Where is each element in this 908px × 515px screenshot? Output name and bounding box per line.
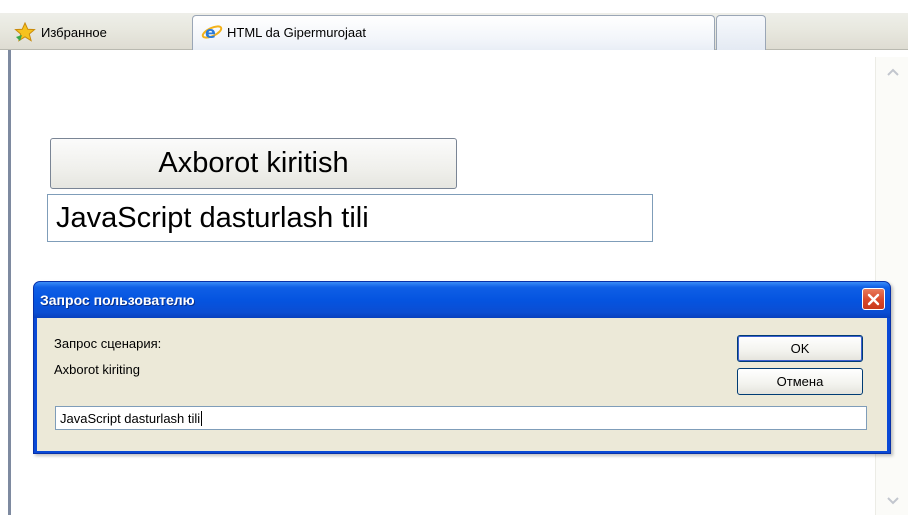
prompt-dialog: Запрос пользователю Запрос сценария: Axb…	[33, 281, 891, 454]
prompt-input-value: JavaScript dasturlash tili	[60, 410, 201, 426]
close-button[interactable]	[862, 288, 885, 310]
prompt-input[interactable]: JavaScript dasturlash tili	[55, 406, 867, 430]
dialog-titlebar[interactable]: Запрос пользователю	[34, 282, 890, 318]
text-caret	[201, 410, 203, 426]
tab-bar: Избранное e HTML da Gipermurojaat	[0, 0, 908, 50]
enter-info-button[interactable]: Axborot kiritish	[50, 138, 457, 189]
star-icon	[14, 22, 36, 42]
scroll-up-icon[interactable]	[882, 63, 904, 81]
tab-title: HTML da Gipermurojaat	[227, 24, 366, 40]
ok-button[interactable]: OK	[737, 335, 863, 362]
browser-window: Избранное e HTML da Gipermurojaat Axboro…	[0, 0, 908, 515]
favorites-button[interactable]: Избранное	[14, 20, 107, 44]
dialog-title: Запрос пользователю	[40, 292, 195, 308]
new-tab-button[interactable]	[716, 15, 766, 50]
internet-explorer-icon: e	[201, 23, 223, 41]
script-prompt-label: Запрос сценария:	[54, 336, 162, 351]
favorites-label: Избранное	[41, 24, 107, 40]
window-left-border	[0, 50, 11, 515]
tab-active[interactable]: e HTML da Gipermurojaat	[192, 15, 715, 50]
scroll-down-icon[interactable]	[882, 492, 904, 510]
tab-bar-top	[0, 0, 908, 13]
dialog-body: Запрос сценария: Axborot kiriting OK Отм…	[37, 318, 887, 451]
prompt-message: Axborot kiriting	[54, 362, 140, 377]
cancel-button[interactable]: Отмена	[737, 368, 863, 395]
result-text-field[interactable]: JavaScript dasturlash tili	[47, 194, 653, 242]
close-icon	[867, 293, 880, 305]
svg-text:e: e	[205, 23, 216, 41]
